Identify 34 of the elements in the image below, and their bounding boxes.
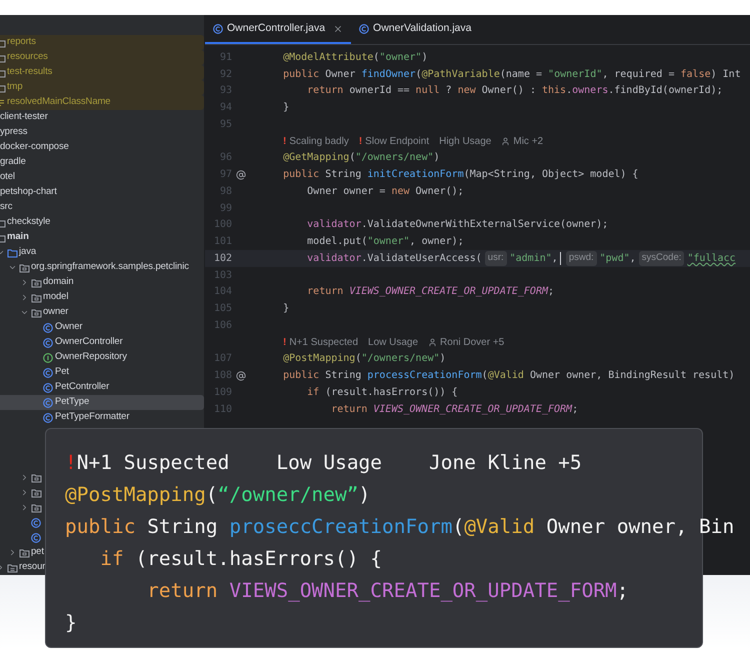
- code-line: Owner owner = new Owner();: [306, 184, 464, 199]
- code-line: validator.ValidateOwnerWithExternalService(owner);: [306, 218, 608, 232]
- code-token: .ValidateUserAccess(: [361, 252, 482, 266]
- code-line: return VIEWS_OWNER_CREATE_OR_UPDATE_FORM;: [330, 402, 578, 417]
- code-token: "fullacc: [687, 252, 736, 266]
- code-line: public String proseccCreationForm(@Valid Owner owner, Bin: [65, 514, 734, 540]
- line-number: 102: [212, 252, 232, 266]
- code-line: }: [282, 302, 290, 316]
- code-lens-item: Low Usage: [276, 450, 382, 476]
- code-line: public String initCreationForm(Map<String, Object> model) {: [282, 168, 638, 182]
- code-token: validator: [306, 252, 362, 266]
- code-line: @GetMapping("/owners/new"): [282, 151, 440, 166]
- code-line: @PostMapping("/owners/new"): [282, 352, 446, 366]
- code-token: ,: [552, 252, 558, 266]
- code-line: public String processCreationForm(@Valid Owner owner, BindingResult result): [282, 369, 735, 384]
- code-line: if (result.hasErrors()) {: [306, 386, 458, 400]
- code-line: @ModelAttribute("owner"): [282, 50, 428, 65]
- code-line: return VIEWS_OWNER_CREATE_OR_UPDATE_FORM;: [306, 285, 554, 300]
- code-line: }: [65, 610, 77, 636]
- inlay-hint: pswd:: [566, 251, 597, 266]
- code-line: public Owner findOwner(@PathVariable(name = "ownerId", required = false) Int: [282, 68, 741, 82]
- code-line: model.put("owner", owner);: [306, 235, 464, 250]
- inlay-hint: sysCode:: [638, 251, 684, 266]
- code-line: }: [282, 101, 290, 116]
- code-token: "admin": [510, 252, 552, 266]
- code-token: ,: [630, 252, 636, 266]
- code-line: return VIEWS_OWNER_CREATE_OR_UPDATE_FORM;: [146, 578, 629, 604]
- code-lens-item: !N+1 Suspected: [65, 450, 230, 476]
- inlay-hint: usr:: [484, 251, 507, 266]
- code-lens-item: Jone Kline +5: [429, 450, 582, 476]
- code-token: "pwd": [600, 252, 630, 266]
- code-line: @PostMapping(“/owner/new”): [65, 482, 370, 508]
- code-line: if (result.hasErrors() {: [99, 546, 382, 572]
- code-line: return ownerId == null ? new Owner() : this.owners.findById(ownerId);: [306, 84, 723, 98]
